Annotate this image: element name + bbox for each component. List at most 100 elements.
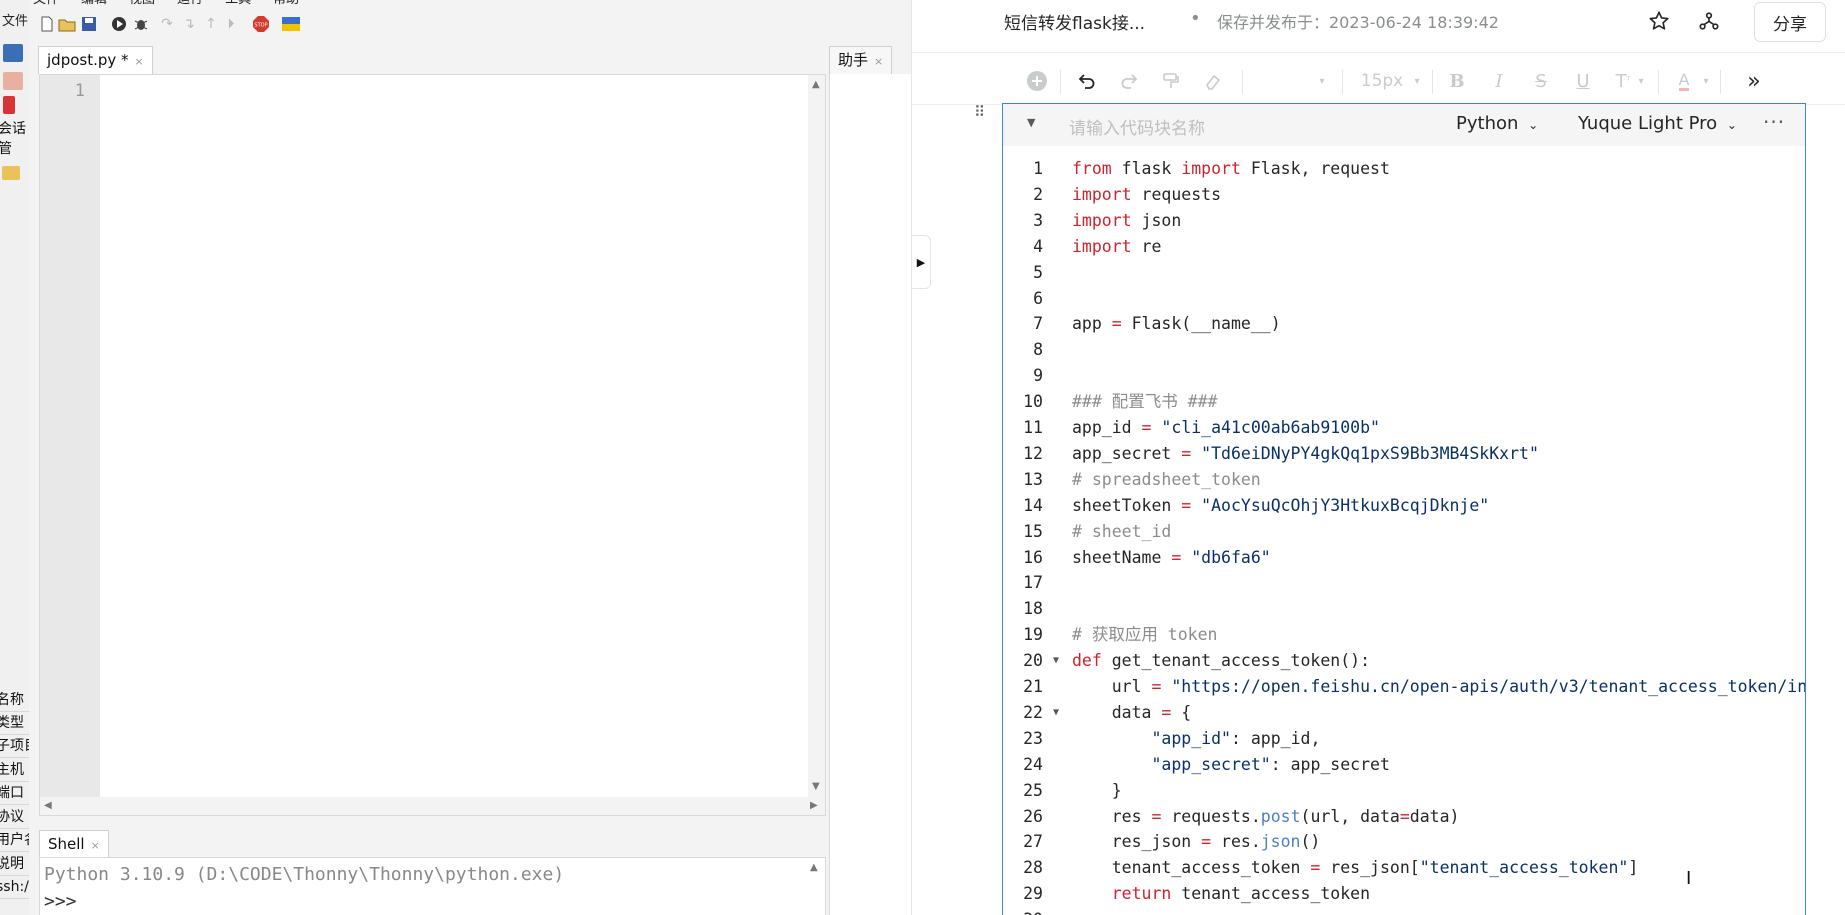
tab-jdpost[interactable]: jdpost.py * × [38, 46, 153, 74]
close-icon[interactable]: × [135, 55, 144, 68]
tab-helper[interactable]: 助手 × [829, 46, 893, 74]
ukraine-flag-icon[interactable] [281, 14, 301, 34]
fold-toggle-icon[interactable]: ▼ [1053, 648, 1059, 674]
menu-item[interactable]: 编辑 [81, 0, 107, 7]
bg-lock-icon[interactable] [3, 72, 23, 90]
code-line[interactable]: 22 ▼ data = { [1003, 700, 1805, 726]
code-line[interactable]: 30 [1003, 907, 1805, 915]
code-line[interactable]: 6 [1003, 286, 1805, 312]
scroll-down-icon[interactable]: ▼ [812, 781, 820, 792]
bg-menu-file[interactable]: 文件 [2, 10, 28, 29]
font-color-icon[interactable]: A [1669, 58, 1699, 104]
close-icon[interactable]: × [874, 55, 883, 68]
underline-icon[interactable]: U [1568, 58, 1598, 104]
code-line[interactable]: 20 ▼ def get_tenant_access_token(): [1003, 648, 1805, 674]
bg-folder-icon[interactable] [2, 166, 20, 180]
code-line[interactable]: 14 sheetToken = "AocYsuQcOhjY3HtkuxBcqjDk… [1003, 493, 1805, 519]
code-line[interactable]: 23 "app_id": app_id, [1003, 726, 1805, 752]
strikethrough-icon[interactable]: S [1526, 58, 1556, 104]
code-line[interactable]: 15 # sheet_id [1003, 519, 1805, 545]
line-number: 24 [1023, 754, 1043, 774]
menu-item[interactable]: 工具 [225, 0, 251, 7]
star-icon[interactable] [1644, 6, 1674, 36]
code-line[interactable]: 29 return tenant_access_token [1003, 881, 1805, 907]
bg-new-session-icon[interactable] [3, 44, 23, 62]
expand-sidebar-icon[interactable]: ▶ [912, 235, 931, 289]
scroll-left-icon[interactable]: ◀ [44, 800, 52, 811]
font-size-select[interactable]: 15px [1357, 58, 1407, 104]
open-folder-icon[interactable] [57, 14, 77, 34]
style-dropdown-icon[interactable]: ▾ [1312, 58, 1332, 104]
code-line[interactable]: 18 [1003, 596, 1805, 622]
theme-select[interactable]: Yuque Light Pro ⌄ [1578, 113, 1737, 134]
language-select[interactable]: Python ⌄ [1456, 113, 1538, 134]
new-file-icon[interactable] [37, 14, 57, 34]
fold-toggle-icon[interactable]: ▼ [1053, 700, 1059, 726]
code-editor[interactable]: 1 ▲ ▼ ◀ ▶ [39, 74, 826, 816]
undo-icon[interactable] [1072, 58, 1102, 104]
drag-handle-icon[interactable]: ⠿ [974, 103, 985, 121]
more-options-button[interactable]: ··· [1763, 110, 1785, 134]
italic-icon[interactable]: I [1484, 58, 1514, 104]
horizontal-scrollbar[interactable]: ◀ ▶ [40, 797, 825, 815]
vertical-scrollbar[interactable]: ▲ ▼ [808, 75, 825, 797]
menu-item[interactable]: 视图 [129, 0, 155, 7]
step-over-icon[interactable]: ↷ [157, 14, 177, 34]
chevron-down-icon[interactable]: ▾ [1634, 58, 1648, 104]
code-line[interactable]: 27 res_json = res.json() [1003, 829, 1805, 855]
scroll-right-icon[interactable]: ▶ [810, 800, 818, 811]
redo-icon[interactable] [1114, 58, 1144, 104]
chevron-down-icon[interactable]: ▾ [1699, 58, 1713, 104]
code-line[interactable]: 10 ### 配置飞书 ### [1003, 389, 1805, 415]
format-painter-icon[interactable] [1156, 58, 1186, 104]
debug-icon[interactable] [131, 14, 151, 34]
code-line[interactable]: 19 # 获取应用 token [1003, 622, 1805, 648]
code-line[interactable]: 21 url = "https://open.feishu.cn/open-ap… [1003, 674, 1805, 700]
collaborate-icon[interactable] [1694, 6, 1724, 36]
menu-item[interactable]: 文件 [33, 0, 59, 7]
doc-title[interactable]: 短信转发flask接... [1004, 9, 1145, 34]
close-icon[interactable]: × [91, 839, 100, 852]
code-block[interactable]: ▼ 请输入代码块名称 Python ⌄ Yuque Light Pro ⌄ ··… [1002, 103, 1806, 915]
code-line[interactable]: 5 [1003, 260, 1805, 286]
code-line[interactable]: 17 [1003, 570, 1805, 596]
code-line[interactable]: 1 from flask import Flask, request [1003, 156, 1805, 182]
resume-icon[interactable]: ⏵ [221, 14, 241, 34]
run-icon[interactable] [109, 14, 129, 34]
bold-icon[interactable]: B [1442, 58, 1472, 104]
code-line[interactable]: 12 app_secret = "Td6eiDNyPY4gkQq1pxS9Bb3M… [1003, 441, 1805, 467]
menu-item[interactable]: 帮助 [273, 0, 299, 7]
share-button[interactable]: 分享 [1754, 2, 1826, 42]
shell-prompt[interactable]: >>> [44, 891, 77, 912]
insert-icon[interactable] [1022, 58, 1052, 104]
bg-bookmark-icon[interactable] [3, 96, 15, 114]
save-icon[interactable] [79, 14, 99, 34]
code-line[interactable]: 8 [1003, 337, 1805, 363]
shell-panel[interactable]: Python 3.10.9 (D:\CODE\Thonny\Thonny\pyt… [39, 857, 826, 915]
stop-icon[interactable]: STOP [251, 14, 271, 34]
code-line[interactable]: 9 [1003, 363, 1805, 389]
code-line[interactable]: 25 } [1003, 778, 1805, 804]
scroll-up-icon[interactable]: ▲ [812, 79, 820, 90]
step-into-icon[interactable]: ↴ [179, 14, 199, 34]
code-line[interactable]: 28 tenant_access_token = res_json["tenan… [1003, 855, 1805, 881]
code-line[interactable]: 4 import re [1003, 234, 1805, 260]
tab-shell[interactable]: Shell × [39, 830, 109, 858]
chevron-down-icon[interactable]: ▾ [1410, 58, 1424, 104]
clear-format-icon[interactable] [1198, 58, 1228, 104]
code-line[interactable]: 2 import requests [1003, 182, 1805, 208]
step-out-icon[interactable]: ↑ [201, 14, 221, 34]
code-line[interactable]: 26 res = requests.post(url, data=data) [1003, 804, 1805, 830]
code-line[interactable]: 11 app_id = "cli_a41c00ab6ab9100b" [1003, 415, 1805, 441]
code-line[interactable]: 3 import json [1003, 208, 1805, 234]
code-line[interactable]: 16 sheetName = "db6fa6" [1003, 545, 1805, 571]
more-tools-icon[interactable]: » [1737, 58, 1771, 104]
code-block-name-input[interactable]: 请输入代码块名称 [1069, 114, 1205, 139]
code-content[interactable]: 1 from flask import Flask, request 2 import… [1003, 156, 1805, 915]
code-line[interactable]: 24 "app_secret": app_secret [1003, 752, 1805, 778]
menu-item[interactable]: 运行 [177, 0, 203, 7]
code-line[interactable]: 7 app = Flask(__name__) [1003, 311, 1805, 337]
scroll-up-icon[interactable]: ▲ [810, 862, 818, 873]
code-line[interactable]: 13 # spreadsheet_token [1003, 467, 1805, 493]
collapse-icon[interactable]: ▼ [1027, 116, 1035, 129]
